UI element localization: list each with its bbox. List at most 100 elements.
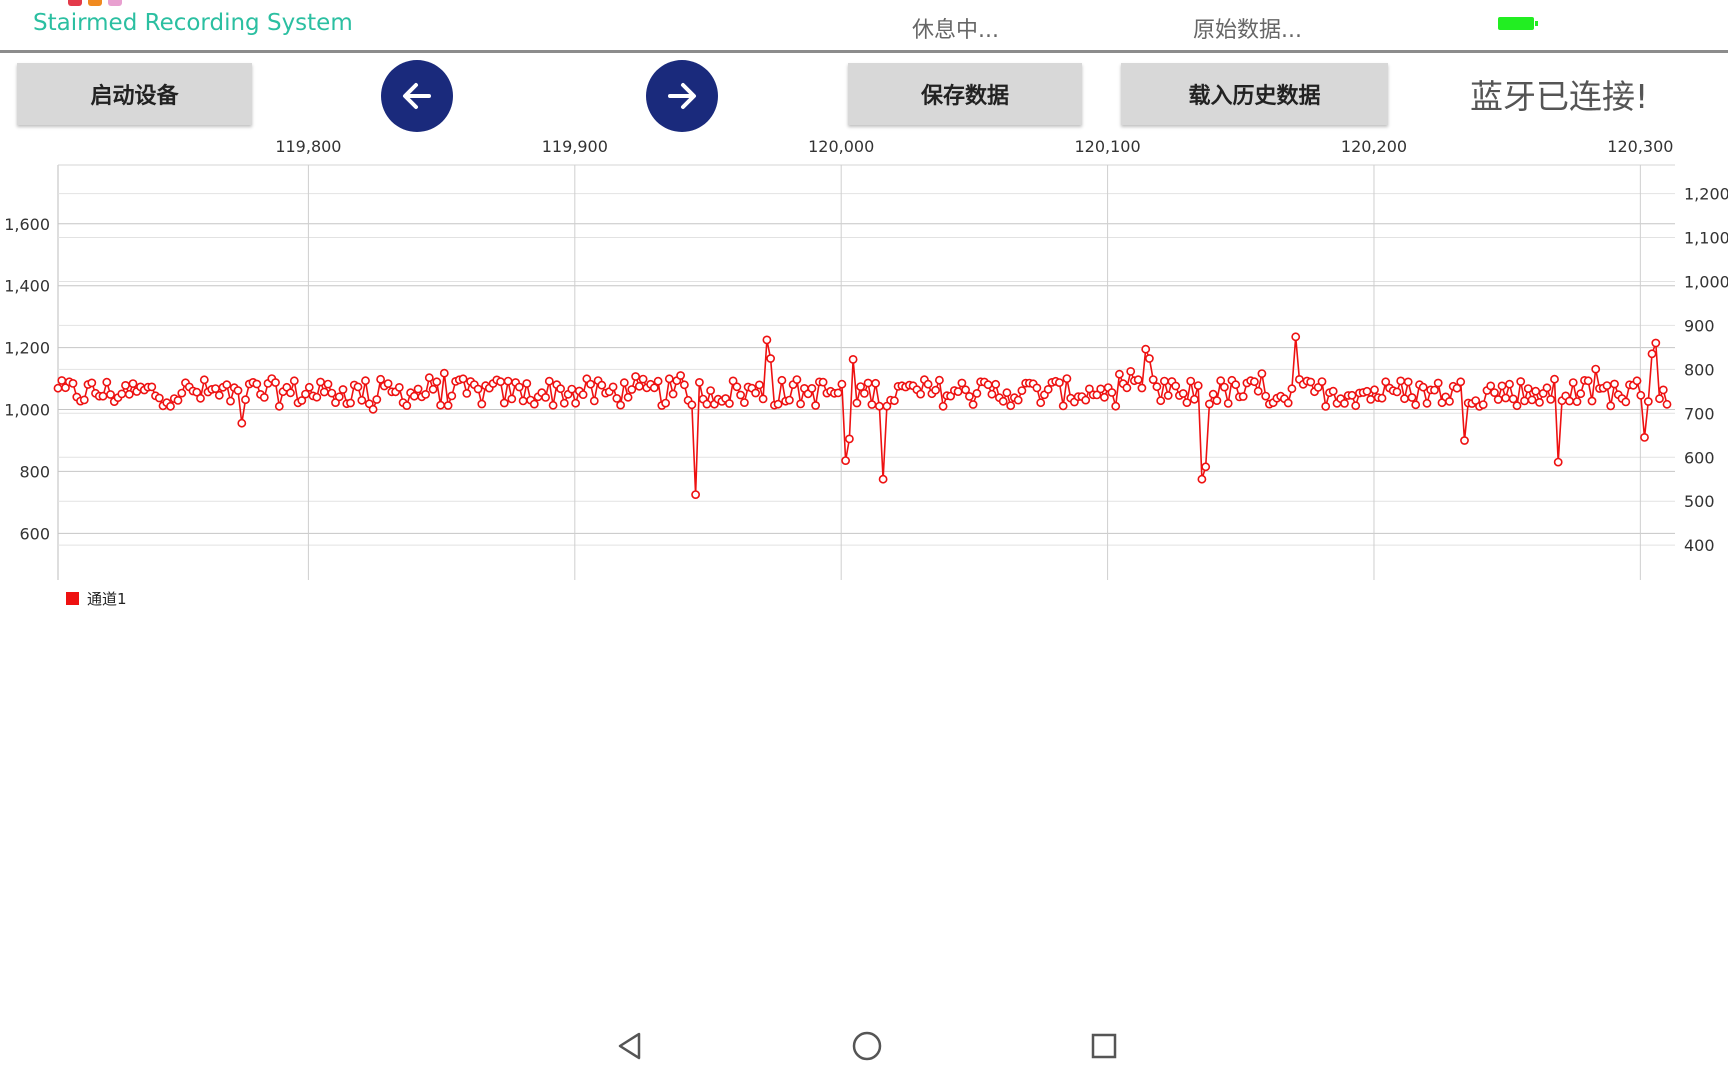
next-page-button[interactable] xyxy=(646,60,718,132)
data-point xyxy=(1107,388,1117,397)
data-point xyxy=(890,396,899,406)
data-point xyxy=(166,401,175,411)
data-point xyxy=(226,396,235,406)
data-point xyxy=(1433,378,1443,388)
data-point xyxy=(1591,364,1601,374)
data-point xyxy=(1058,401,1068,411)
data-point xyxy=(1520,396,1529,406)
data-point xyxy=(1032,383,1042,393)
data-point xyxy=(507,394,517,404)
start-device-button[interactable]: 启动设备 xyxy=(17,63,252,125)
data-point xyxy=(1430,385,1439,395)
data-point xyxy=(1182,398,1192,407)
data-point xyxy=(1096,384,1106,394)
data-point xyxy=(458,374,468,384)
data-point xyxy=(567,384,577,394)
data-point xyxy=(432,377,442,387)
data-point xyxy=(529,399,539,409)
data-point xyxy=(1347,390,1357,400)
data-point xyxy=(623,392,633,402)
data-point xyxy=(848,354,858,364)
y-left-tick-label: 1,000 xyxy=(4,401,50,420)
data-point xyxy=(1535,397,1544,407)
data-point xyxy=(1407,393,1417,402)
data-point xyxy=(1493,395,1503,404)
data-point xyxy=(1122,383,1132,393)
data-point xyxy=(1651,338,1661,348)
data-point xyxy=(1002,388,1012,398)
data-point xyxy=(1055,378,1064,387)
back-button[interactable] xyxy=(610,1026,650,1066)
data-point xyxy=(1418,382,1428,392)
data-point xyxy=(1497,381,1507,391)
data-point xyxy=(1133,375,1143,385)
data-point xyxy=(1392,387,1402,397)
y-left-tick-label: 800 xyxy=(19,462,50,481)
data-point xyxy=(316,377,325,387)
home-button[interactable] xyxy=(847,1026,887,1066)
data-point xyxy=(496,377,505,387)
data-point xyxy=(957,378,967,388)
data-point xyxy=(1647,349,1657,359)
arrow-left-icon xyxy=(403,83,431,109)
data-point xyxy=(289,376,299,386)
prev-page-button[interactable] xyxy=(381,60,453,132)
x-tick-label: 120,300 xyxy=(1607,137,1673,156)
y-left-tick-label: 600 xyxy=(19,524,50,543)
battery-icon xyxy=(1498,17,1538,30)
y-right-tick-label: 1,200 xyxy=(1684,185,1728,204)
data-point xyxy=(1490,388,1499,397)
data-point xyxy=(53,383,63,393)
recent-apps-button[interactable] xyxy=(1084,1026,1124,1066)
data-point xyxy=(653,376,663,386)
data-point xyxy=(1081,395,1091,405)
data-point xyxy=(702,399,712,409)
circle-home-icon xyxy=(852,1031,882,1061)
data-point xyxy=(1148,375,1158,384)
data-point xyxy=(541,392,550,402)
data-point xyxy=(796,399,805,409)
data-point xyxy=(1516,377,1526,386)
data-point xyxy=(421,389,430,399)
y-right-tick-label: 600 xyxy=(1684,448,1715,467)
data-point xyxy=(1606,401,1616,411)
data-point xyxy=(154,393,164,403)
y-right-tick-label: 1,100 xyxy=(1684,229,1728,248)
y-left-tick-label: 1,600 xyxy=(4,215,50,234)
data-point xyxy=(1445,396,1454,406)
data-point xyxy=(1662,399,1672,409)
data-point xyxy=(252,379,262,389)
data-point xyxy=(323,379,333,389)
data-point xyxy=(1632,376,1642,386)
x-tick-label: 119,800 xyxy=(275,137,341,156)
data-point xyxy=(79,395,89,405)
data-point xyxy=(1377,393,1387,403)
data-point xyxy=(773,399,783,409)
data-point xyxy=(462,388,472,398)
data-point xyxy=(931,385,940,395)
data-point xyxy=(1572,397,1582,406)
data-point xyxy=(1370,385,1379,395)
data-point xyxy=(837,379,847,389)
load-history-button[interactable]: 载入历史数据 xyxy=(1121,63,1388,125)
data-point xyxy=(1306,377,1316,387)
data-point xyxy=(473,384,483,394)
data-point xyxy=(1478,400,1488,409)
data-point xyxy=(676,371,685,380)
data-point xyxy=(953,387,963,396)
data-point xyxy=(841,456,850,465)
app-icon-pink xyxy=(108,0,122,6)
data-point xyxy=(1640,432,1649,442)
data-point xyxy=(1137,383,1147,393)
data-point xyxy=(1553,457,1563,467)
data-point xyxy=(691,490,700,499)
data-point xyxy=(1362,386,1372,396)
arrow-right-icon xyxy=(668,83,696,109)
app-header: Stairmed Recording System 休息中... 原始数据... xyxy=(0,0,1728,53)
data-point xyxy=(661,398,670,408)
data-point xyxy=(1658,385,1668,395)
data-point xyxy=(556,384,565,394)
data-point xyxy=(1531,386,1541,396)
signal-chart[interactable]: 119,800 119,900 120,000 120,100 120,200 120,3… xyxy=(0,130,1728,580)
save-data-button[interactable]: 保存数据 xyxy=(848,63,1082,125)
